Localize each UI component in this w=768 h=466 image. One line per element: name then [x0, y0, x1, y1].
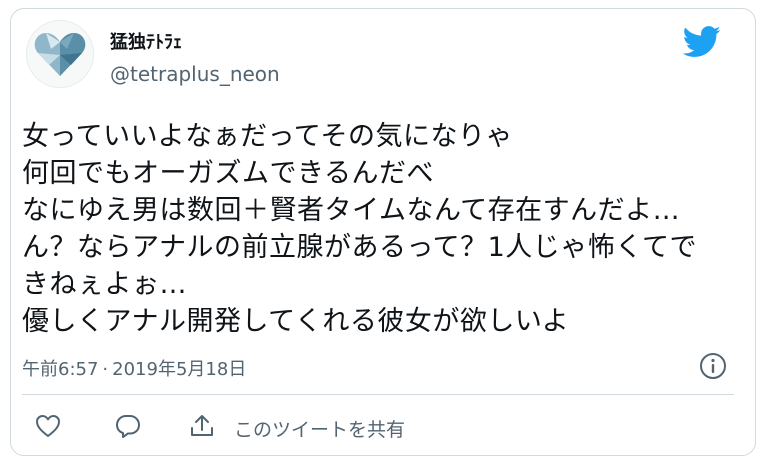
twitter-bird-icon[interactable] — [682, 26, 722, 58]
divider — [22, 394, 734, 395]
tweet-date[interactable]: 2019年5月18日 — [112, 359, 246, 380]
meta-separator: · — [102, 359, 109, 380]
display-name[interactable]: 猛独ﾃﾄﾗｪ — [110, 28, 182, 54]
info-icon[interactable] — [699, 352, 727, 380]
tweet-time[interactable]: 午前6:57 — [22, 359, 98, 380]
user-handle[interactable]: @tetraplus_neon — [110, 62, 280, 86]
comment-icon[interactable] — [114, 412, 142, 440]
tweet-text: 女っていいよなぁだってその気になりゃ 何回でもオーガズムできるんだべ なにゆえ男… — [22, 121, 697, 337]
tweet-timestamp[interactable]: 午前6:57 · 2019年5月18日 — [22, 355, 246, 381]
heart-icon[interactable] — [34, 412, 62, 440]
share-tweet-label[interactable]: このツイートを共有 — [234, 415, 405, 442]
avatar[interactable] — [26, 20, 94, 88]
heart-logo-icon — [34, 33, 86, 76]
action-bar: このツイートを共有 — [22, 410, 734, 442]
share-icon[interactable] — [188, 412, 216, 440]
